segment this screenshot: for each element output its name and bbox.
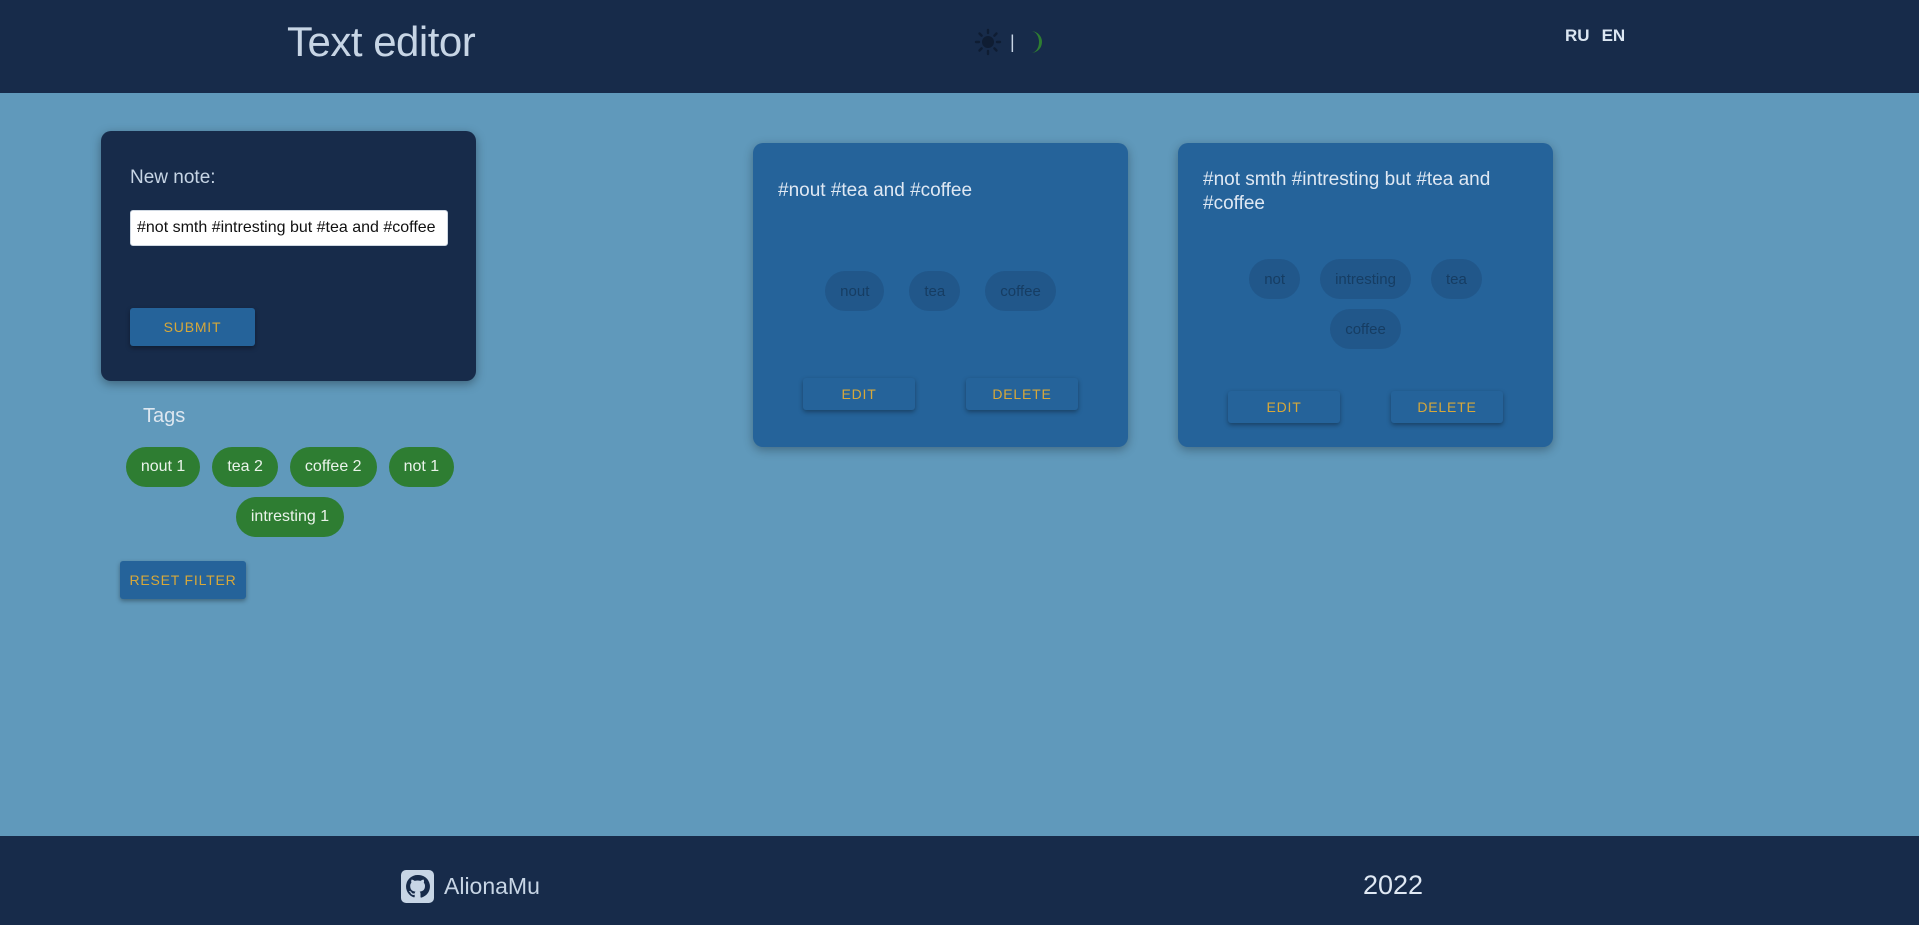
note-text: #not smth #intresting but #tea and #coff…	[1203, 169, 1491, 214]
new-note-form: New note: SUBMIT	[101, 131, 476, 381]
note-card: #nout #tea and #coffee nout tea coffee E…	[753, 143, 1128, 447]
moon-icon[interactable]	[1023, 29, 1047, 55]
note-input[interactable]	[130, 210, 448, 246]
edit-button[interactable]: EDIT	[803, 378, 915, 410]
note-tags: not intresting tea coffee	[1228, 259, 1503, 349]
note-tag: nout	[825, 271, 885, 311]
reset-filter-button[interactable]: RESET FILTER	[120, 561, 246, 599]
lang-en-button[interactable]: EN	[1602, 26, 1626, 46]
footer	[0, 836, 1919, 925]
lang-ru-button[interactable]: RU	[1565, 26, 1590, 46]
note-tag: intresting	[1320, 259, 1411, 299]
tag-filter-intresting[interactable]: intresting 1	[235, 497, 345, 537]
note-actions: EDIT DELETE	[1228, 391, 1503, 423]
tag-filter-tea[interactable]: tea 2	[212, 447, 278, 487]
note-tag: coffee	[985, 271, 1056, 311]
author-name: AlionaMu	[444, 873, 540, 899]
note-tag: not	[1249, 259, 1301, 299]
edit-button[interactable]: EDIT	[1228, 391, 1340, 423]
theme-switch: |	[974, 28, 1047, 56]
note-tags: nout tea coffee	[803, 271, 1078, 311]
sun-icon[interactable]	[974, 28, 1002, 56]
tags-title: Tags	[143, 405, 186, 427]
app-title: Text editor	[287, 18, 476, 65]
tag-filter-coffee[interactable]: coffee 2	[289, 447, 377, 487]
github-link[interactable]: AlionaMu	[401, 870, 540, 903]
new-note-label: New note:	[130, 167, 216, 188]
github-icon	[401, 870, 434, 903]
delete-button[interactable]: DELETE	[1391, 391, 1503, 423]
submit-button[interactable]: SUBMIT	[130, 308, 255, 346]
footer-year: 2022	[1363, 870, 1424, 900]
note-actions: EDIT DELETE	[803, 378, 1078, 410]
note-text: #nout #tea and #coffee	[778, 180, 973, 201]
note-tag: coffee	[1330, 309, 1401, 349]
note-tag: tea	[909, 271, 961, 311]
tag-filter-nout[interactable]: nout 1	[125, 447, 201, 487]
delete-button[interactable]: DELETE	[966, 378, 1078, 410]
tags-list: nout 1 tea 2 coffee 2 not 1 intresting 1	[120, 447, 460, 537]
header: Text editor | RU EN	[0, 0, 1919, 93]
tag-filter-not[interactable]: not 1	[388, 447, 455, 487]
note-tag: tea	[1430, 259, 1482, 299]
note-card: #not smth #intresting but #tea and #coff…	[1178, 143, 1553, 447]
language-switch: RU EN	[1565, 26, 1625, 46]
theme-divider: |	[1010, 31, 1015, 52]
